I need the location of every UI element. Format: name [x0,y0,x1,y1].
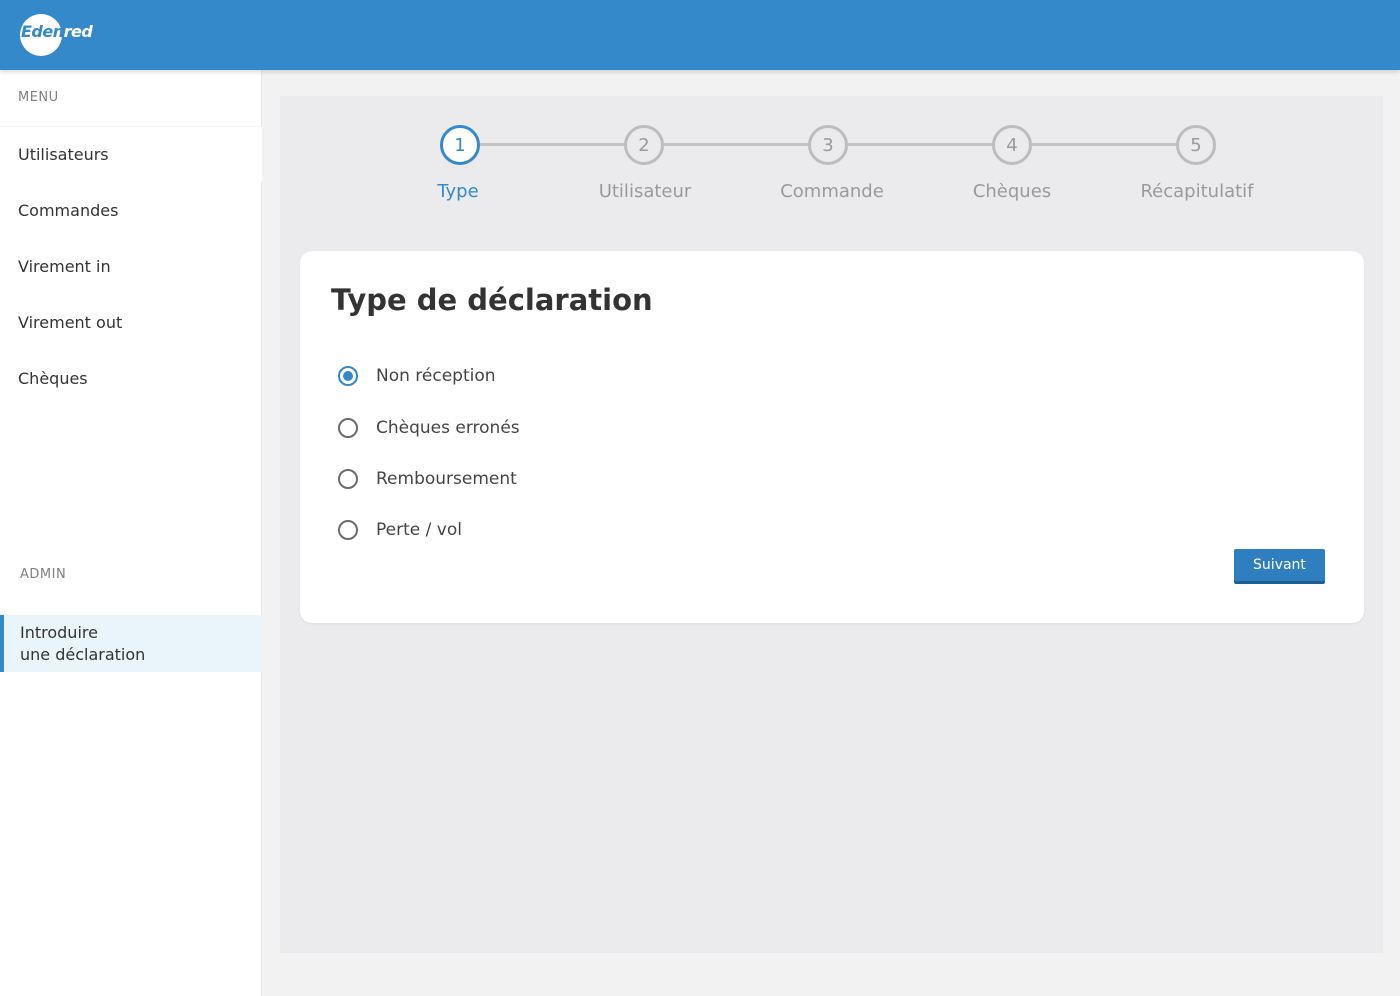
sidebar-item-introduire-declaration[interactable]: Introduire une déclaration [0,615,262,672]
admin-heading: ADMIN [20,567,67,582]
radio-dot [343,371,353,381]
step-1-label: Type [437,181,479,202]
option-label: Remboursement [376,469,517,489]
step-4-label: Chèques [972,181,1052,202]
sidebar-item-virement-out[interactable]: Virement out [0,294,262,350]
option-label: Chèques erronés [376,418,520,438]
radio-unchecked-icon[interactable] [338,469,358,489]
option-cheques-errones[interactable]: Chèques erronés [338,413,520,443]
sidebar-item-label: Chèques [18,368,88,388]
option-perte-vol[interactable]: Perte / vol [338,515,462,545]
step-3-label: Commande [780,181,884,202]
step-connector [1032,143,1177,146]
logo-wordmark: Edenred [21,22,93,41]
sidebar-item-label: Virement in [18,256,111,276]
next-button[interactable]: Suivant [1234,549,1325,584]
step-connector [664,143,810,146]
option-label: Perte / vol [376,520,462,540]
step-2-indicator[interactable]: 2 [624,125,664,165]
sidebar-item-label: Virement out [18,312,123,332]
top-bar: Edenred [0,0,1400,70]
step-5-indicator[interactable]: 5 [1176,125,1216,165]
step-4-indicator[interactable]: 4 [992,125,1032,165]
sidebar-item-cheques[interactable]: Chèques [0,350,262,406]
card-title: Type de déclaration [331,283,653,317]
step-5-label: Récapitulatif [1140,181,1254,202]
radio-unchecked-icon[interactable] [338,418,358,438]
sidebar-item-label: Introduire une déclaration [20,622,146,664]
option-non-reception[interactable]: Non réception [338,361,496,391]
radio-checked-icon[interactable] [338,366,358,386]
step-3-indicator[interactable]: 3 [808,125,848,165]
step-connector [480,143,625,146]
step-2-label: Utilisateur [598,181,692,202]
option-remboursement[interactable]: Remboursement [338,464,517,494]
declaration-type-card: Type de déclaration Non réception Chèque… [300,251,1364,623]
option-label: Non réception [376,366,496,386]
radio-unchecked-icon[interactable] [338,520,358,540]
sidebar-item-virement-in[interactable]: Virement in [0,238,262,294]
step-1-indicator[interactable]: 1 [440,125,480,165]
step-connector [848,143,993,146]
